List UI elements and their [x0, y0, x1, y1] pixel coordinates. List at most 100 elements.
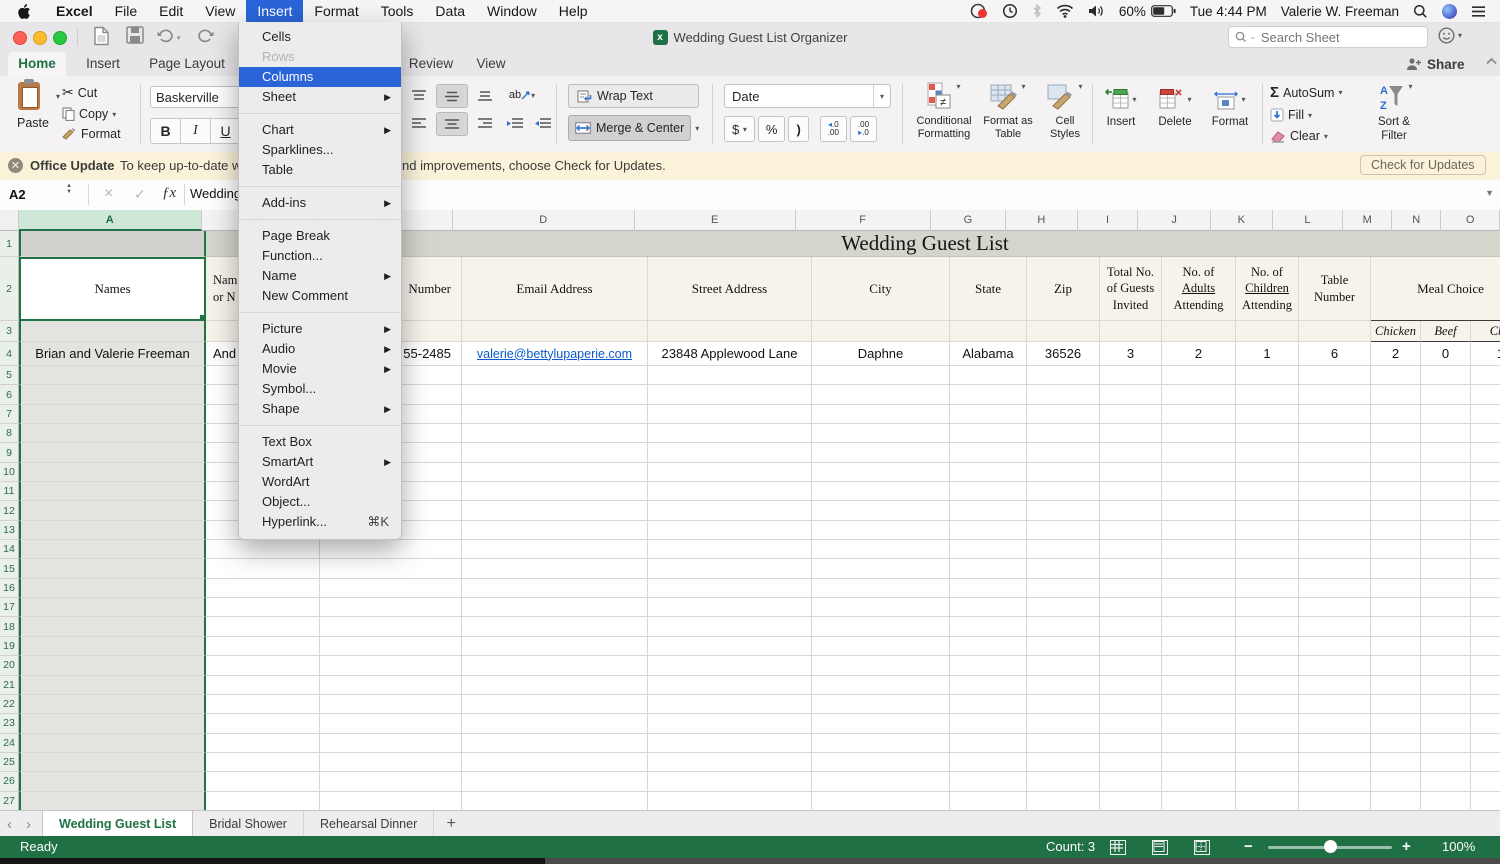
format-cells-button[interactable]: ▾ Format [1206, 86, 1254, 128]
row-header-20[interactable]: 20 [0, 656, 19, 675]
cell-K10[interactable] [1236, 463, 1299, 482]
insert-menu-item-page-break[interactable]: Page Break [239, 226, 401, 246]
cell-D18[interactable] [462, 617, 648, 636]
cell-E21[interactable] [648, 676, 812, 695]
cell-M12[interactable] [1371, 501, 1421, 520]
cell-G20[interactable] [950, 656, 1027, 675]
cell-B19[interactable] [206, 637, 320, 656]
cell-K25[interactable] [1236, 753, 1299, 772]
cell-H9[interactable] [1027, 443, 1100, 462]
row-header-19[interactable]: 19 [0, 637, 19, 656]
insert-menu-item-wordart[interactable]: WordArt [239, 472, 401, 492]
cell-L15[interactable] [1299, 559, 1371, 578]
cell-J19[interactable] [1162, 637, 1236, 656]
cell-N15[interactable] [1421, 559, 1471, 578]
cell-L17[interactable] [1299, 598, 1371, 617]
cell-E11[interactable] [648, 482, 812, 501]
column-header-A[interactable]: A [19, 210, 202, 231]
select-all-corner[interactable] [0, 210, 19, 231]
row-header-27[interactable]: 27 [0, 792, 19, 810]
sheet-tab-rehearsal-dinner[interactable]: Rehearsal Dinner [304, 811, 434, 837]
cell-N25[interactable] [1421, 753, 1471, 772]
cell-K14[interactable] [1236, 540, 1299, 559]
cell-N20[interactable] [1421, 656, 1471, 675]
cell-B21[interactable] [206, 676, 320, 695]
cell-F4[interactable]: Daphne [812, 342, 950, 366]
delete-cells-button[interactable]: ▾ Delete [1152, 86, 1198, 128]
cell-K7[interactable] [1236, 405, 1299, 424]
cell-K22[interactable] [1236, 695, 1299, 714]
cell-L16[interactable] [1299, 579, 1371, 598]
cell-G10[interactable] [950, 463, 1027, 482]
cell-B25[interactable] [206, 753, 320, 772]
cell-E26[interactable] [648, 772, 812, 791]
cell-O19[interactable] [1471, 637, 1500, 656]
cell-D22[interactable] [462, 695, 648, 714]
cell-N6[interactable] [1421, 385, 1471, 404]
cell-J21[interactable] [1162, 676, 1236, 695]
cell-N18[interactable] [1421, 617, 1471, 636]
apple-menu-icon[interactable] [18, 3, 31, 19]
menubar-clock[interactable]: Tue 4:44 PM [1190, 4, 1267, 19]
cell-M18[interactable] [1371, 617, 1421, 636]
cell-A27[interactable] [19, 792, 206, 810]
align-left-button[interactable] [404, 112, 434, 134]
cell-K26[interactable] [1236, 772, 1299, 791]
cell-D3[interactable] [462, 321, 648, 342]
cell-O13[interactable] [1471, 521, 1500, 540]
cell-H5[interactable] [1027, 366, 1100, 385]
paste-caret[interactable]: ▾ [56, 92, 60, 101]
cell-I14[interactable] [1100, 540, 1162, 559]
merge-center-caret[interactable]: ▾ [695, 124, 699, 133]
cell-L18[interactable] [1299, 617, 1371, 636]
cell-C16[interactable] [320, 579, 462, 598]
cell-D11[interactable] [462, 482, 648, 501]
cell-N24[interactable] [1421, 734, 1471, 753]
cell-F9[interactable] [812, 443, 950, 462]
ribbon-tab-home[interactable]: Home [8, 52, 66, 76]
cell-J16[interactable] [1162, 579, 1236, 598]
cell-L23[interactable] [1299, 714, 1371, 733]
cell-K2[interactable]: No. ofChildrenAttending [1236, 257, 1299, 321]
wrap-text-button[interactable]: Wrap Text [568, 84, 699, 108]
cell-B24[interactable] [206, 734, 320, 753]
menubar-item-edit[interactable]: Edit [148, 0, 194, 22]
row-header-15[interactable]: 15 [0, 559, 19, 578]
insert-menu-item-chart[interactable]: Chart▶ [239, 120, 401, 140]
cell-F25[interactable] [812, 753, 950, 772]
cell-A25[interactable] [19, 753, 206, 772]
row-header-2[interactable]: 2 [0, 257, 19, 321]
row-header-7[interactable]: 7 [0, 405, 19, 424]
cell-B14[interactable] [206, 540, 320, 559]
merge-center-button[interactable]: Merge & Center [568, 115, 691, 141]
cell-A19[interactable] [19, 637, 206, 656]
cell-I18[interactable] [1100, 617, 1162, 636]
cell-E17[interactable] [648, 598, 812, 617]
cell-E10[interactable] [648, 463, 812, 482]
cell-D16[interactable] [462, 579, 648, 598]
cell-O17[interactable] [1471, 598, 1500, 617]
cell-O12[interactable] [1471, 501, 1500, 520]
cell-I26[interactable] [1100, 772, 1162, 791]
increase-indent-button[interactable] [530, 112, 556, 134]
battery-indicator[interactable]: 60% [1119, 4, 1176, 19]
cell-L24[interactable] [1299, 734, 1371, 753]
cell-K27[interactable] [1236, 792, 1299, 810]
copy-button[interactable]: Copy▾ [62, 107, 121, 121]
cell-D8[interactable] [462, 424, 648, 443]
cell-M6[interactable] [1371, 385, 1421, 404]
cell-J23[interactable] [1162, 714, 1236, 733]
cell-C19[interactable] [320, 637, 462, 656]
row-header-10[interactable]: 10 [0, 463, 19, 482]
cell-K21[interactable] [1236, 676, 1299, 695]
cell-A24[interactable] [19, 734, 206, 753]
insert-menu-item-symbol[interactable]: Symbol... [239, 379, 401, 399]
cell-I16[interactable] [1100, 579, 1162, 598]
cell-J11[interactable] [1162, 482, 1236, 501]
format-painter-button[interactable]: Format [62, 127, 121, 141]
cell-N8[interactable] [1421, 424, 1471, 443]
cell-H23[interactable] [1027, 714, 1100, 733]
cell-I23[interactable] [1100, 714, 1162, 733]
cell-D27[interactable] [462, 792, 648, 810]
cell-M16[interactable] [1371, 579, 1421, 598]
